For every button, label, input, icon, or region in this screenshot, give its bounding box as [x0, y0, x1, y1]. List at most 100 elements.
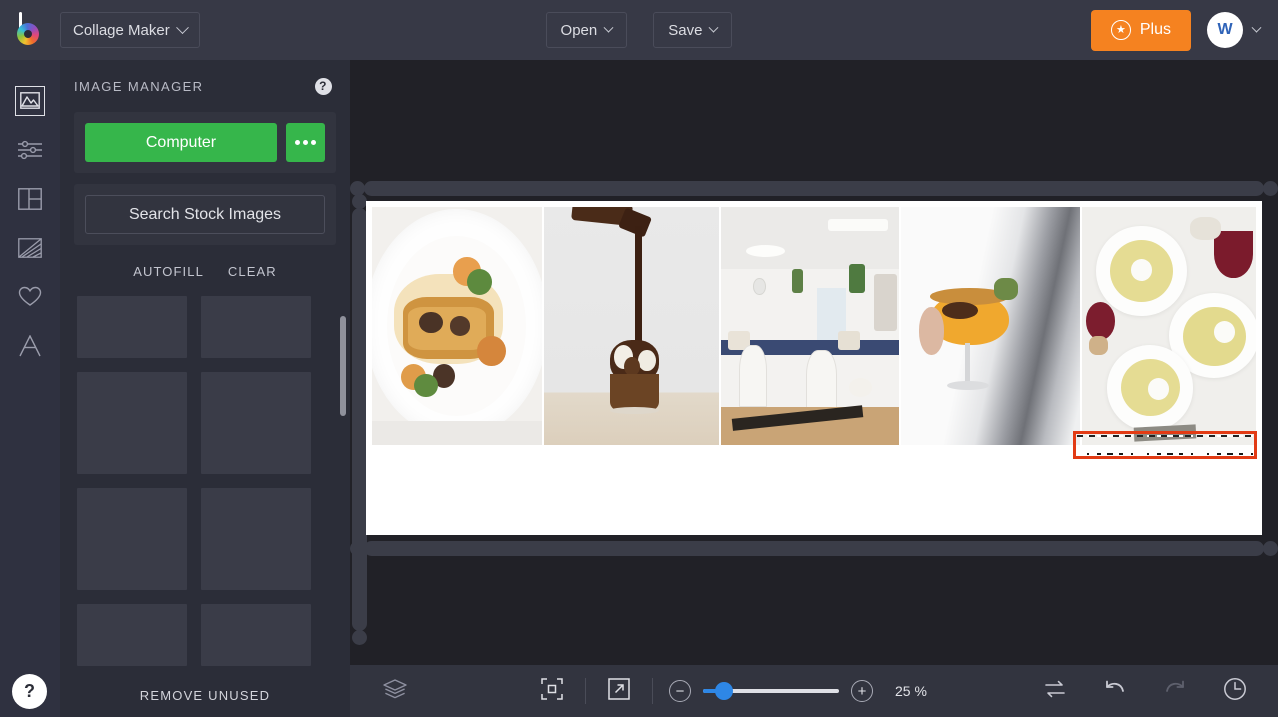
- minus-icon: −: [675, 682, 685, 700]
- canvas-hscrollbar-top[interactable]: [364, 181, 1264, 196]
- list-item[interactable]: [77, 372, 187, 474]
- befunky-logo-icon: [15, 12, 45, 45]
- canvas-hscrollbar-bottom[interactable]: [364, 541, 1264, 556]
- photo-plated-crumbed-fish-sauce: [372, 207, 542, 445]
- workspace-menu[interactable]: Collage Maker: [60, 12, 200, 48]
- autofill-clear-row: AUTOFILL CLEAR: [60, 256, 350, 286]
- sidebar-item-favorites[interactable]: [0, 272, 60, 321]
- star-badge-icon: ★: [1110, 20, 1131, 40]
- sidebar-item-text[interactable]: [0, 321, 60, 370]
- panel-header: IMAGE MANAGER ?: [60, 60, 350, 112]
- collage-cell-3[interactable]: [721, 207, 899, 445]
- canvas-hscrollbar-bottom-cap-right[interactable]: [1263, 541, 1278, 556]
- list-item[interactable]: [201, 296, 311, 358]
- account-menu[interactable]: W: [1207, 12, 1262, 48]
- open-button-label: Open: [560, 21, 598, 39]
- search-stock-images-button[interactable]: Search Stock Images: [85, 195, 325, 234]
- history-button[interactable]: [1218, 674, 1252, 708]
- zoom-in-button[interactable]: +: [851, 680, 873, 702]
- clear-button[interactable]: CLEAR: [228, 264, 277, 279]
- sidebar-item-customize[interactable]: [0, 125, 60, 174]
- layers-button[interactable]: [350, 678, 440, 705]
- fit-to-screen-button[interactable]: [535, 674, 569, 708]
- collage-canvas[interactable]: [366, 201, 1262, 535]
- plus-upgrade-button[interactable]: ★ Plus: [1090, 9, 1191, 51]
- workspace-menu-label: Collage Maker: [73, 21, 170, 39]
- layers-icon: [382, 678, 408, 705]
- image-manager-panel: IMAGE MANAGER ? Computer Search Stock Im…: [60, 60, 350, 717]
- sidebar-item-graphics[interactable]: [0, 223, 60, 272]
- canvas-stage: [350, 60, 1278, 665]
- list-item[interactable]: [77, 488, 187, 590]
- swap-button[interactable]: [1038, 674, 1072, 708]
- redo-button[interactable]: [1158, 674, 1192, 708]
- list-item[interactable]: [201, 604, 311, 666]
- list-item[interactable]: [201, 372, 311, 474]
- remove-unused-button[interactable]: REMOVE UNUSED: [60, 673, 350, 717]
- gradient-texture-icon: [15, 233, 45, 263]
- help-button[interactable]: ?: [12, 674, 47, 709]
- image-cell-selection[interactable]: [1073, 431, 1257, 459]
- canvas-hscrollbar-top-cap-right[interactable]: [1263, 181, 1278, 196]
- zoom-slider[interactable]: [703, 682, 839, 700]
- list-item[interactable]: [77, 604, 187, 666]
- photo-chocolate-sauce-poured-over-sundae: [543, 207, 720, 445]
- canvas-vscrollbar-cap-top[interactable]: [352, 194, 367, 209]
- expand-arrow-icon: [608, 677, 630, 705]
- list-item[interactable]: [77, 296, 187, 358]
- page-title: IMAGE MANAGER: [74, 78, 204, 94]
- fit-to-screen-icon: [541, 677, 563, 705]
- question-circle-icon[interactable]: ?: [315, 77, 332, 95]
- collage-cell-1[interactable]: [372, 207, 542, 445]
- toolbar-divider: [652, 678, 653, 704]
- collage-cell-5[interactable]: [1082, 207, 1256, 445]
- canvas-vscrollbar-cap-bottom[interactable]: [352, 630, 367, 645]
- undo-button[interactable]: [1098, 674, 1132, 708]
- list-item[interactable]: [201, 488, 311, 590]
- bottom-toolbar: − + 25 %: [350, 665, 1278, 717]
- zoom-out-button[interactable]: −: [669, 680, 691, 702]
- thumbnail-list[interactable]: [60, 296, 350, 673]
- redo-arrow-icon: [1162, 678, 1188, 705]
- text-a-icon: [15, 331, 45, 361]
- top-header-bar: Collage Maker Open Save ★ Plus W: [0, 0, 1278, 60]
- photo-hand-holding-orange-cocktail-coupe: [900, 207, 1081, 445]
- heart-icon: [15, 282, 45, 312]
- history-controls: [1038, 674, 1278, 708]
- tool-rail: ?: [0, 60, 60, 717]
- avatar: W: [1207, 12, 1243, 48]
- sliders-icon: [15, 135, 45, 165]
- save-button-label: Save: [668, 21, 703, 39]
- canvas-vscrollbar-left[interactable]: [352, 208, 367, 631]
- open-button[interactable]: Open: [545, 12, 628, 48]
- upload-source-box: Computer: [74, 112, 336, 173]
- toolbar-divider: [585, 678, 586, 704]
- header-right-actions: ★ Plus W: [1090, 0, 1262, 60]
- panel-scrollbar-thumb[interactable]: [340, 316, 346, 416]
- autofill-button[interactable]: AUTOFILL: [133, 264, 204, 279]
- swap-arrows-icon: [1043, 679, 1067, 704]
- zoom-level-label: 25 %: [895, 683, 927, 699]
- plus-button-label: Plus: [1139, 21, 1171, 38]
- computer-upload-button[interactable]: Computer: [85, 123, 277, 162]
- zoom-slider-handle[interactable]: [715, 682, 733, 700]
- save-button[interactable]: Save: [653, 12, 733, 48]
- ellipsis-icon: [295, 140, 300, 145]
- image-mountain-icon: [15, 85, 45, 116]
- layout-grid-icon: [15, 184, 45, 214]
- chevron-down-icon: [603, 22, 614, 33]
- ellipsis-icon: [311, 140, 316, 145]
- app-logo[interactable]: [0, 0, 60, 60]
- chevron-down-icon: [175, 20, 189, 34]
- zoom-controls: − + 25 %: [440, 674, 1038, 708]
- photo-white-cafe-interior-chairs: [721, 207, 899, 445]
- plus-icon: +: [857, 682, 867, 700]
- collage-row: [372, 207, 1256, 445]
- collage-cell-2[interactable]: [543, 207, 720, 445]
- collage-cell-4[interactable]: [900, 207, 1081, 445]
- fullscreen-button[interactable]: [602, 674, 636, 708]
- sidebar-item-layouts[interactable]: [0, 174, 60, 223]
- more-sources-button[interactable]: [286, 123, 325, 162]
- undo-arrow-icon: [1102, 678, 1128, 705]
- sidebar-item-image-manager[interactable]: [0, 76, 60, 125]
